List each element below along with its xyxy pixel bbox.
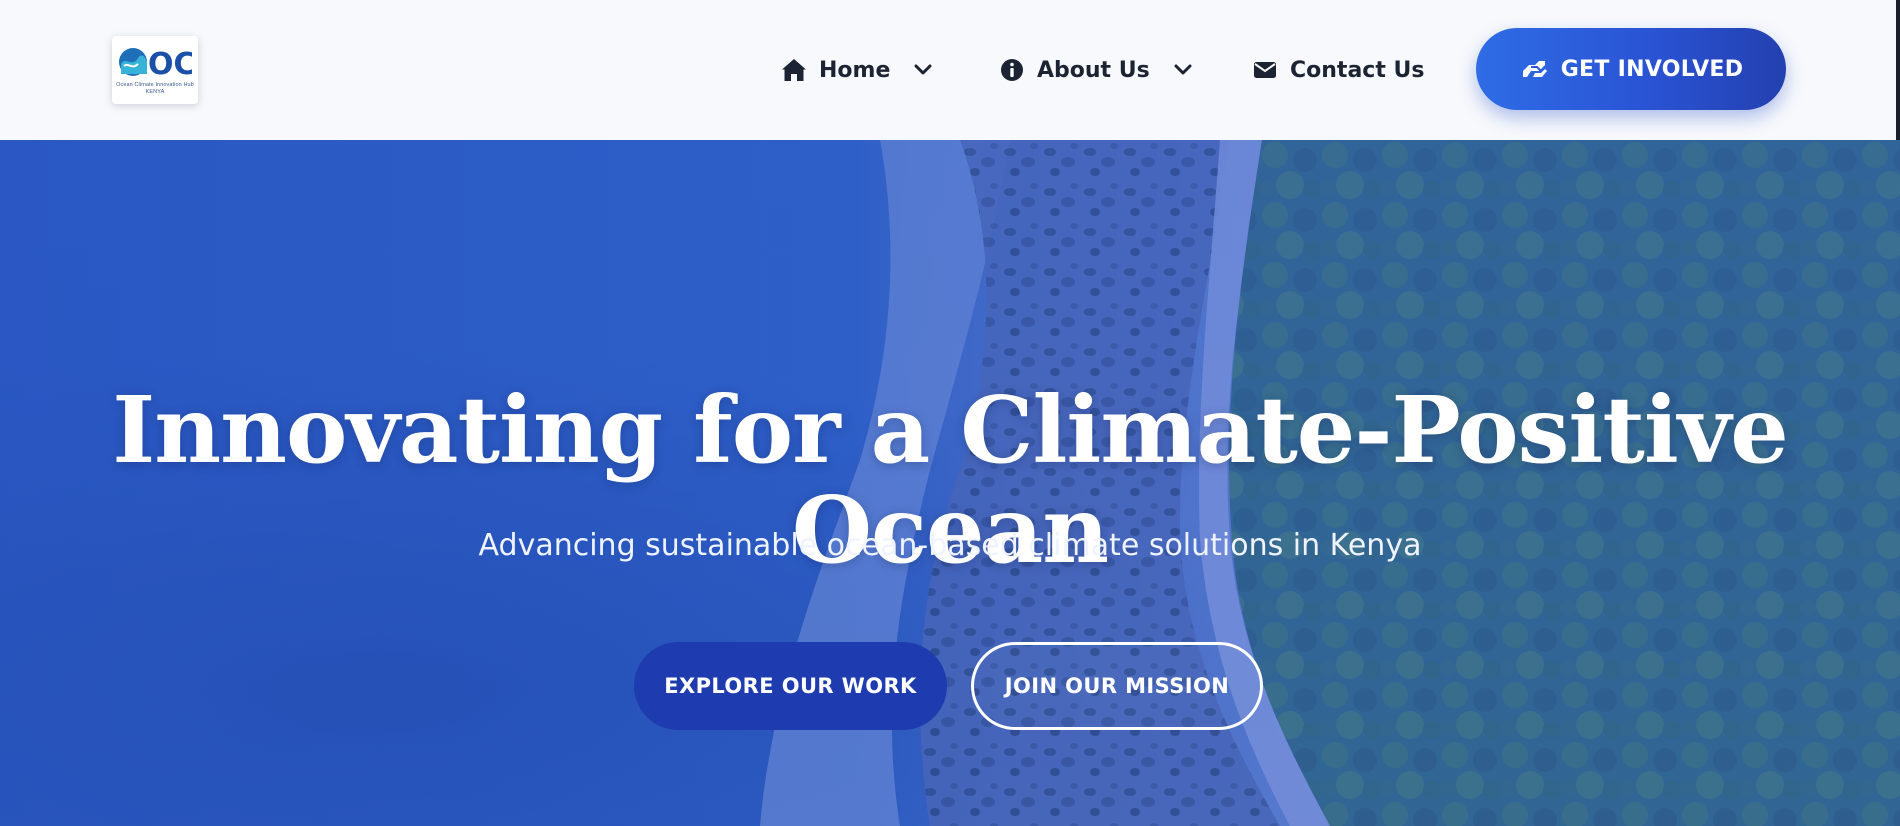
hero-subtitle: Advancing sustainable ocean-based climat… bbox=[478, 528, 1422, 563]
home-icon bbox=[781, 57, 807, 83]
page: OCI Ocean Climate Innovation Hub KENYA H… bbox=[0, 0, 1900, 826]
hands-helping-icon bbox=[1519, 56, 1549, 82]
site-header: OCI Ocean Climate Innovation Hub KENYA H… bbox=[0, 0, 1900, 140]
info-icon bbox=[999, 57, 1025, 83]
get-involved-button[interactable]: GET INVOLVED bbox=[1476, 28, 1786, 110]
get-involved-label: GET INVOLVED bbox=[1560, 56, 1744, 82]
nav-contact-label: Contact Us bbox=[1290, 57, 1425, 83]
hero-section: Innovating for a Climate-Positive Ocean … bbox=[0, 140, 1900, 826]
nav-home-label: Home bbox=[819, 57, 891, 83]
join-our-mission-button[interactable]: JOIN OUR MISSION bbox=[971, 642, 1263, 730]
chevron-down-icon bbox=[1172, 59, 1194, 81]
nav-item-about-us[interactable]: About Us bbox=[999, 50, 1194, 90]
hero-actions: EXPLORE OUR WORK JOIN OUR MISSION bbox=[0, 642, 1900, 730]
nav-item-home[interactable]: Home bbox=[781, 50, 934, 90]
nav-item-contact-us[interactable]: Contact Us bbox=[1252, 50, 1424, 90]
chevron-down-icon bbox=[912, 59, 934, 81]
nav-about-label: About Us bbox=[1037, 57, 1150, 83]
explore-our-work-button[interactable]: EXPLORE OUR WORK bbox=[634, 642, 947, 730]
envelope-icon bbox=[1252, 57, 1278, 83]
